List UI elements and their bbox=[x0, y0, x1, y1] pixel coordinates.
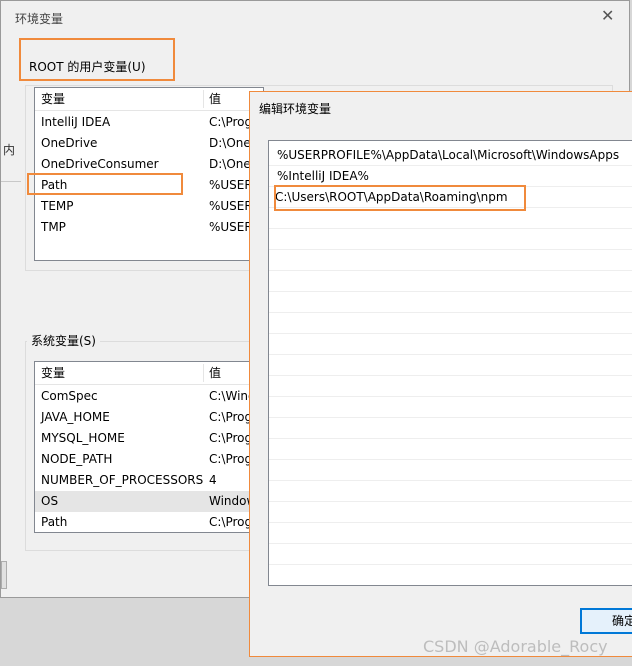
table-row[interactable]: OneDrive D:\One bbox=[35, 133, 263, 154]
table-row[interactable]: ComSpec C:\Wind bbox=[35, 386, 263, 407]
table-row[interactable]: TMP %USER bbox=[35, 217, 263, 238]
list-item[interactable]: %IntelliJ IDEA% bbox=[269, 166, 632, 187]
system-vars-label: 系统变量(S) bbox=[27, 331, 100, 351]
side-text-fragment: 内 bbox=[3, 143, 16, 157]
table-row[interactable]: NODE_PATH C:\Prog bbox=[35, 449, 263, 470]
header-value: 值 bbox=[209, 92, 222, 106]
table-row[interactable]: OneDriveConsumer D:\One bbox=[35, 154, 263, 175]
table-row[interactable]: TEMP %USER bbox=[35, 196, 263, 217]
table-row[interactable]: MYSQL_HOME C:\Prog bbox=[35, 428, 263, 449]
npm-entry-highlight bbox=[274, 185, 526, 211]
close-icon[interactable]: ✕ bbox=[601, 6, 614, 25]
table-row[interactable]: NUMBER_OF_PROCESSORS 4 bbox=[35, 470, 263, 491]
dialog-title: 编辑环境变量 bbox=[259, 102, 332, 116]
table-row-selected[interactable]: OS Window bbox=[35, 491, 263, 512]
edit-environment-variable-dialog: 编辑环境变量 %USERPROFILE%\AppData\Local\Micro… bbox=[249, 91, 632, 657]
table-row[interactable]: JAVA_HOME C:\Prog bbox=[35, 407, 263, 428]
ok-button[interactable]: 确定 bbox=[580, 608, 632, 634]
watermark: CSDN @Adorable_Rocy bbox=[423, 637, 608, 656]
header-variable: 变量 bbox=[41, 366, 66, 380]
header-variable: 变量 bbox=[41, 92, 66, 106]
list-header: 变量 值 bbox=[35, 362, 263, 385]
header-value: 值 bbox=[209, 366, 222, 380]
divider bbox=[1, 181, 21, 182]
path-row-highlight bbox=[27, 173, 183, 195]
system-vars-list[interactable]: 变量 值 ComSpec C:\Wind JAVA_HOME C:\Prog MYS… bbox=[34, 361, 264, 533]
list-item[interactable]: %USERPROFILE%\AppData\Local\Microsoft\Wi… bbox=[269, 145, 632, 166]
table-row[interactable]: IntelliJ IDEA C:\Prog bbox=[35, 112, 263, 133]
hidden-button-edge[interactable] bbox=[1, 561, 7, 589]
user-label-highlight bbox=[19, 38, 175, 81]
table-row[interactable]: Path C:\Prog bbox=[35, 512, 263, 532]
list-header: 变量 值 bbox=[35, 88, 263, 111]
window-title: 环境变量 bbox=[15, 12, 64, 26]
